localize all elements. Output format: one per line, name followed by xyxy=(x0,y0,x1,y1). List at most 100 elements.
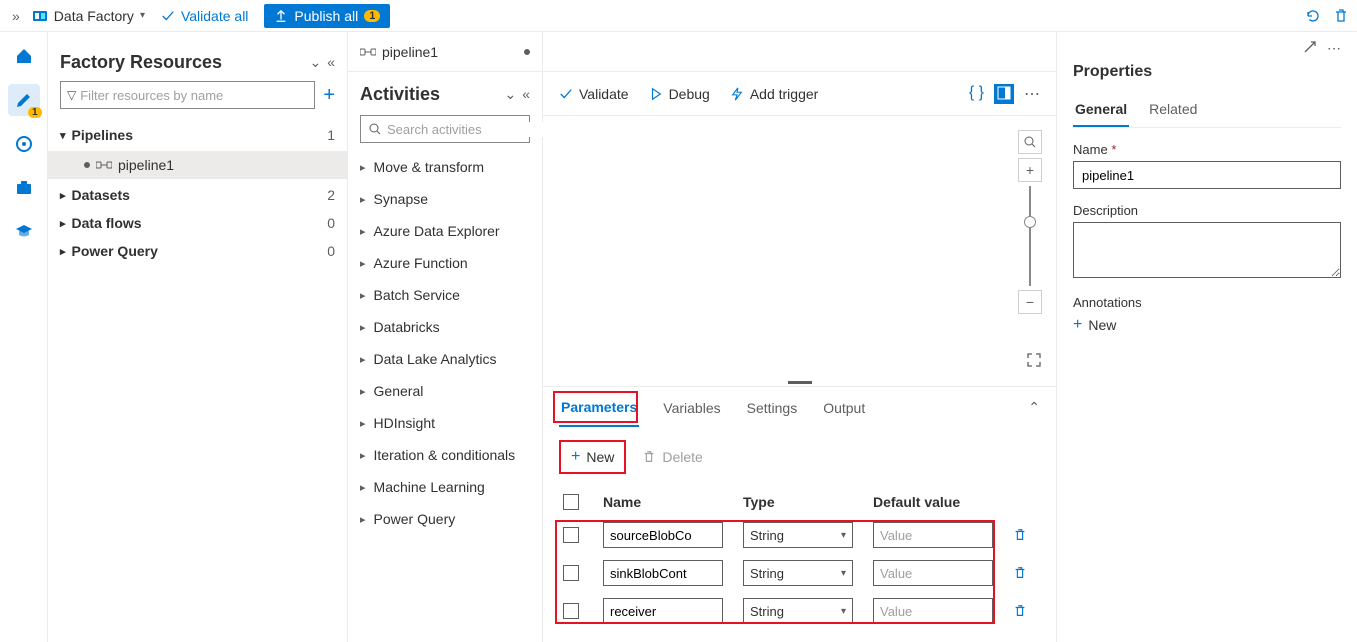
delete-row-icon[interactable] xyxy=(1013,604,1037,618)
publish-all-button[interactable]: Publish all 1 xyxy=(264,4,390,28)
chevron-right-icon: ▸ xyxy=(60,217,66,230)
activity-category[interactable]: ▸Data Lake Analytics xyxy=(360,343,530,375)
param-name-input[interactable] xyxy=(603,522,723,548)
delete-parameter-button[interactable]: Delete xyxy=(642,449,702,465)
expand-shell-icon[interactable]: » xyxy=(8,8,24,24)
filter-icon: ▽ xyxy=(67,88,76,102)
unsaved-dot-icon xyxy=(84,162,90,168)
tab-pipeline1[interactable]: pipeline1 xyxy=(360,44,438,60)
chevron-right-icon: ▸ xyxy=(360,385,366,398)
rail-learn[interactable] xyxy=(8,216,40,248)
param-default-input[interactable] xyxy=(873,598,993,624)
param-type-select[interactable]: String▾ xyxy=(743,560,853,586)
tab-output[interactable]: Output xyxy=(821,390,867,426)
tab-settings[interactable]: Settings xyxy=(745,390,800,426)
param-name-input[interactable] xyxy=(603,598,723,624)
parameters-table: Name Type Default value String▾ String▾ xyxy=(559,488,1040,630)
row-checkbox[interactable] xyxy=(563,565,579,581)
activity-category[interactable]: ▸Iteration & conditionals xyxy=(360,439,530,471)
row-checkbox[interactable] xyxy=(563,527,579,543)
expand-properties-icon[interactable] xyxy=(1303,40,1317,57)
activity-category[interactable]: ▸Azure Data Explorer xyxy=(360,215,530,247)
rail-home[interactable] xyxy=(8,40,40,72)
delete-icon[interactable] xyxy=(1333,8,1349,24)
activity-category[interactable]: ▸Databricks xyxy=(360,311,530,343)
activity-category[interactable]: ▸HDInsight xyxy=(360,407,530,439)
filter-resources-input[interactable] xyxy=(80,88,308,103)
activity-category[interactable]: ▸Synapse xyxy=(360,183,530,215)
activity-category[interactable]: ▸Azure Function xyxy=(360,247,530,279)
chevron-down-icon: ▾ xyxy=(60,129,66,142)
zoom-in-button[interactable]: + xyxy=(1018,158,1042,182)
search-activities-wrap[interactable] xyxy=(360,115,530,143)
select-all-checkbox[interactable] xyxy=(563,494,579,510)
name-label: Name * xyxy=(1073,142,1341,157)
tree-section-pipelines[interactable]: ▾Pipelines 1 xyxy=(60,121,335,149)
activity-category[interactable]: ▸Power Query xyxy=(360,503,530,535)
pipeline-canvas[interactable]: + − xyxy=(543,116,1056,378)
add-annotation-button[interactable]: + New xyxy=(1073,316,1341,334)
param-type-select[interactable]: String▾ xyxy=(743,522,853,548)
rail-author[interactable]: 1 xyxy=(8,84,40,116)
table-header: Name Type Default value xyxy=(559,488,1040,516)
chevron-right-icon: ▸ xyxy=(360,513,366,526)
search-activities-input[interactable] xyxy=(387,122,563,137)
props-tab-related[interactable]: Related xyxy=(1147,93,1199,127)
activity-category[interactable]: ▸General xyxy=(360,375,530,407)
properties-title: Properties xyxy=(1073,63,1341,81)
zoom-out-button[interactable]: − xyxy=(1018,290,1042,314)
collapse-panel-icon[interactable]: « xyxy=(327,54,335,71)
search-canvas-icon[interactable] xyxy=(1018,130,1042,154)
name-input[interactable] xyxy=(1073,161,1341,189)
code-view-icon[interactable]: { } xyxy=(969,84,984,104)
parameters-panel: + New Delete Name Type Default value xyxy=(543,428,1056,642)
zoom-thumb[interactable] xyxy=(1024,216,1036,228)
param-type-select[interactable]: String▾ xyxy=(743,598,853,624)
more-icon[interactable]: ⋯ xyxy=(1327,40,1341,57)
activity-category[interactable]: ▸Batch Service xyxy=(360,279,530,311)
activity-category[interactable]: ▸Machine Learning xyxy=(360,471,530,503)
chevron-down-icon: ▾ xyxy=(841,530,846,541)
fullscreen-icon[interactable] xyxy=(1026,352,1042,368)
col-name-header: Name xyxy=(603,494,723,510)
publish-count-badge: 1 xyxy=(364,10,380,22)
param-default-input[interactable] xyxy=(873,522,993,548)
breadcrumb-data-factory[interactable]: Data Factory ▾ xyxy=(32,8,145,24)
refresh-icon[interactable] xyxy=(1305,8,1321,24)
rail-monitor[interactable] xyxy=(8,128,40,160)
tree-section-datasets[interactable]: ▸Datasets 2 xyxy=(60,181,335,209)
checkmark-icon xyxy=(161,9,175,23)
collapse-panel-icon[interactable]: « xyxy=(522,86,530,103)
checkmark-icon xyxy=(559,87,573,101)
debug-button[interactable]: Debug xyxy=(649,86,710,102)
tab-variables[interactable]: Variables xyxy=(661,390,722,426)
tab-parameters[interactable]: Parameters xyxy=(559,389,639,427)
param-name-input[interactable] xyxy=(603,560,723,586)
rail-manage[interactable] xyxy=(8,172,40,204)
row-checkbox[interactable] xyxy=(563,603,579,619)
properties-toggle-icon[interactable] xyxy=(994,84,1014,104)
delete-row-icon[interactable] xyxy=(1013,528,1037,542)
collapse-bottom-icon[interactable]: ⌃ xyxy=(1028,399,1040,416)
splitter-handle[interactable] xyxy=(543,378,1056,386)
factory-resources-panel: Factory Resources ⌄ « ▽ + ▾Pipelines 1 xyxy=(48,32,348,642)
more-icon[interactable]: ⋯ xyxy=(1024,84,1040,104)
description-textarea[interactable] xyxy=(1073,222,1341,278)
filter-resources-input-wrap[interactable]: ▽ xyxy=(60,81,315,109)
param-default-input[interactable] xyxy=(873,560,993,586)
left-nav-rail: 1 xyxy=(0,32,48,642)
activity-category[interactable]: ▸Move & transform xyxy=(360,151,530,183)
chevron-updown-icon[interactable]: ⌄ xyxy=(309,54,321,71)
new-parameter-button[interactable]: + New xyxy=(559,440,626,474)
add-trigger-button[interactable]: Add trigger xyxy=(730,86,818,102)
add-resource-button[interactable]: + xyxy=(323,84,335,107)
props-tab-general[interactable]: General xyxy=(1073,93,1129,127)
tree-section-dataflows[interactable]: ▸Data flows 0 xyxy=(60,209,335,237)
chevron-updown-icon[interactable]: ⌄ xyxy=(504,86,516,103)
delete-row-icon[interactable] xyxy=(1013,566,1037,580)
validate-all-button[interactable]: Validate all xyxy=(153,4,256,28)
zoom-slider[interactable] xyxy=(1029,186,1031,286)
validate-button[interactable]: Validate xyxy=(559,86,629,102)
tree-item-pipeline1[interactable]: pipeline1 xyxy=(48,151,347,179)
tree-section-powerquery[interactable]: ▸Power Query 0 xyxy=(60,237,335,265)
